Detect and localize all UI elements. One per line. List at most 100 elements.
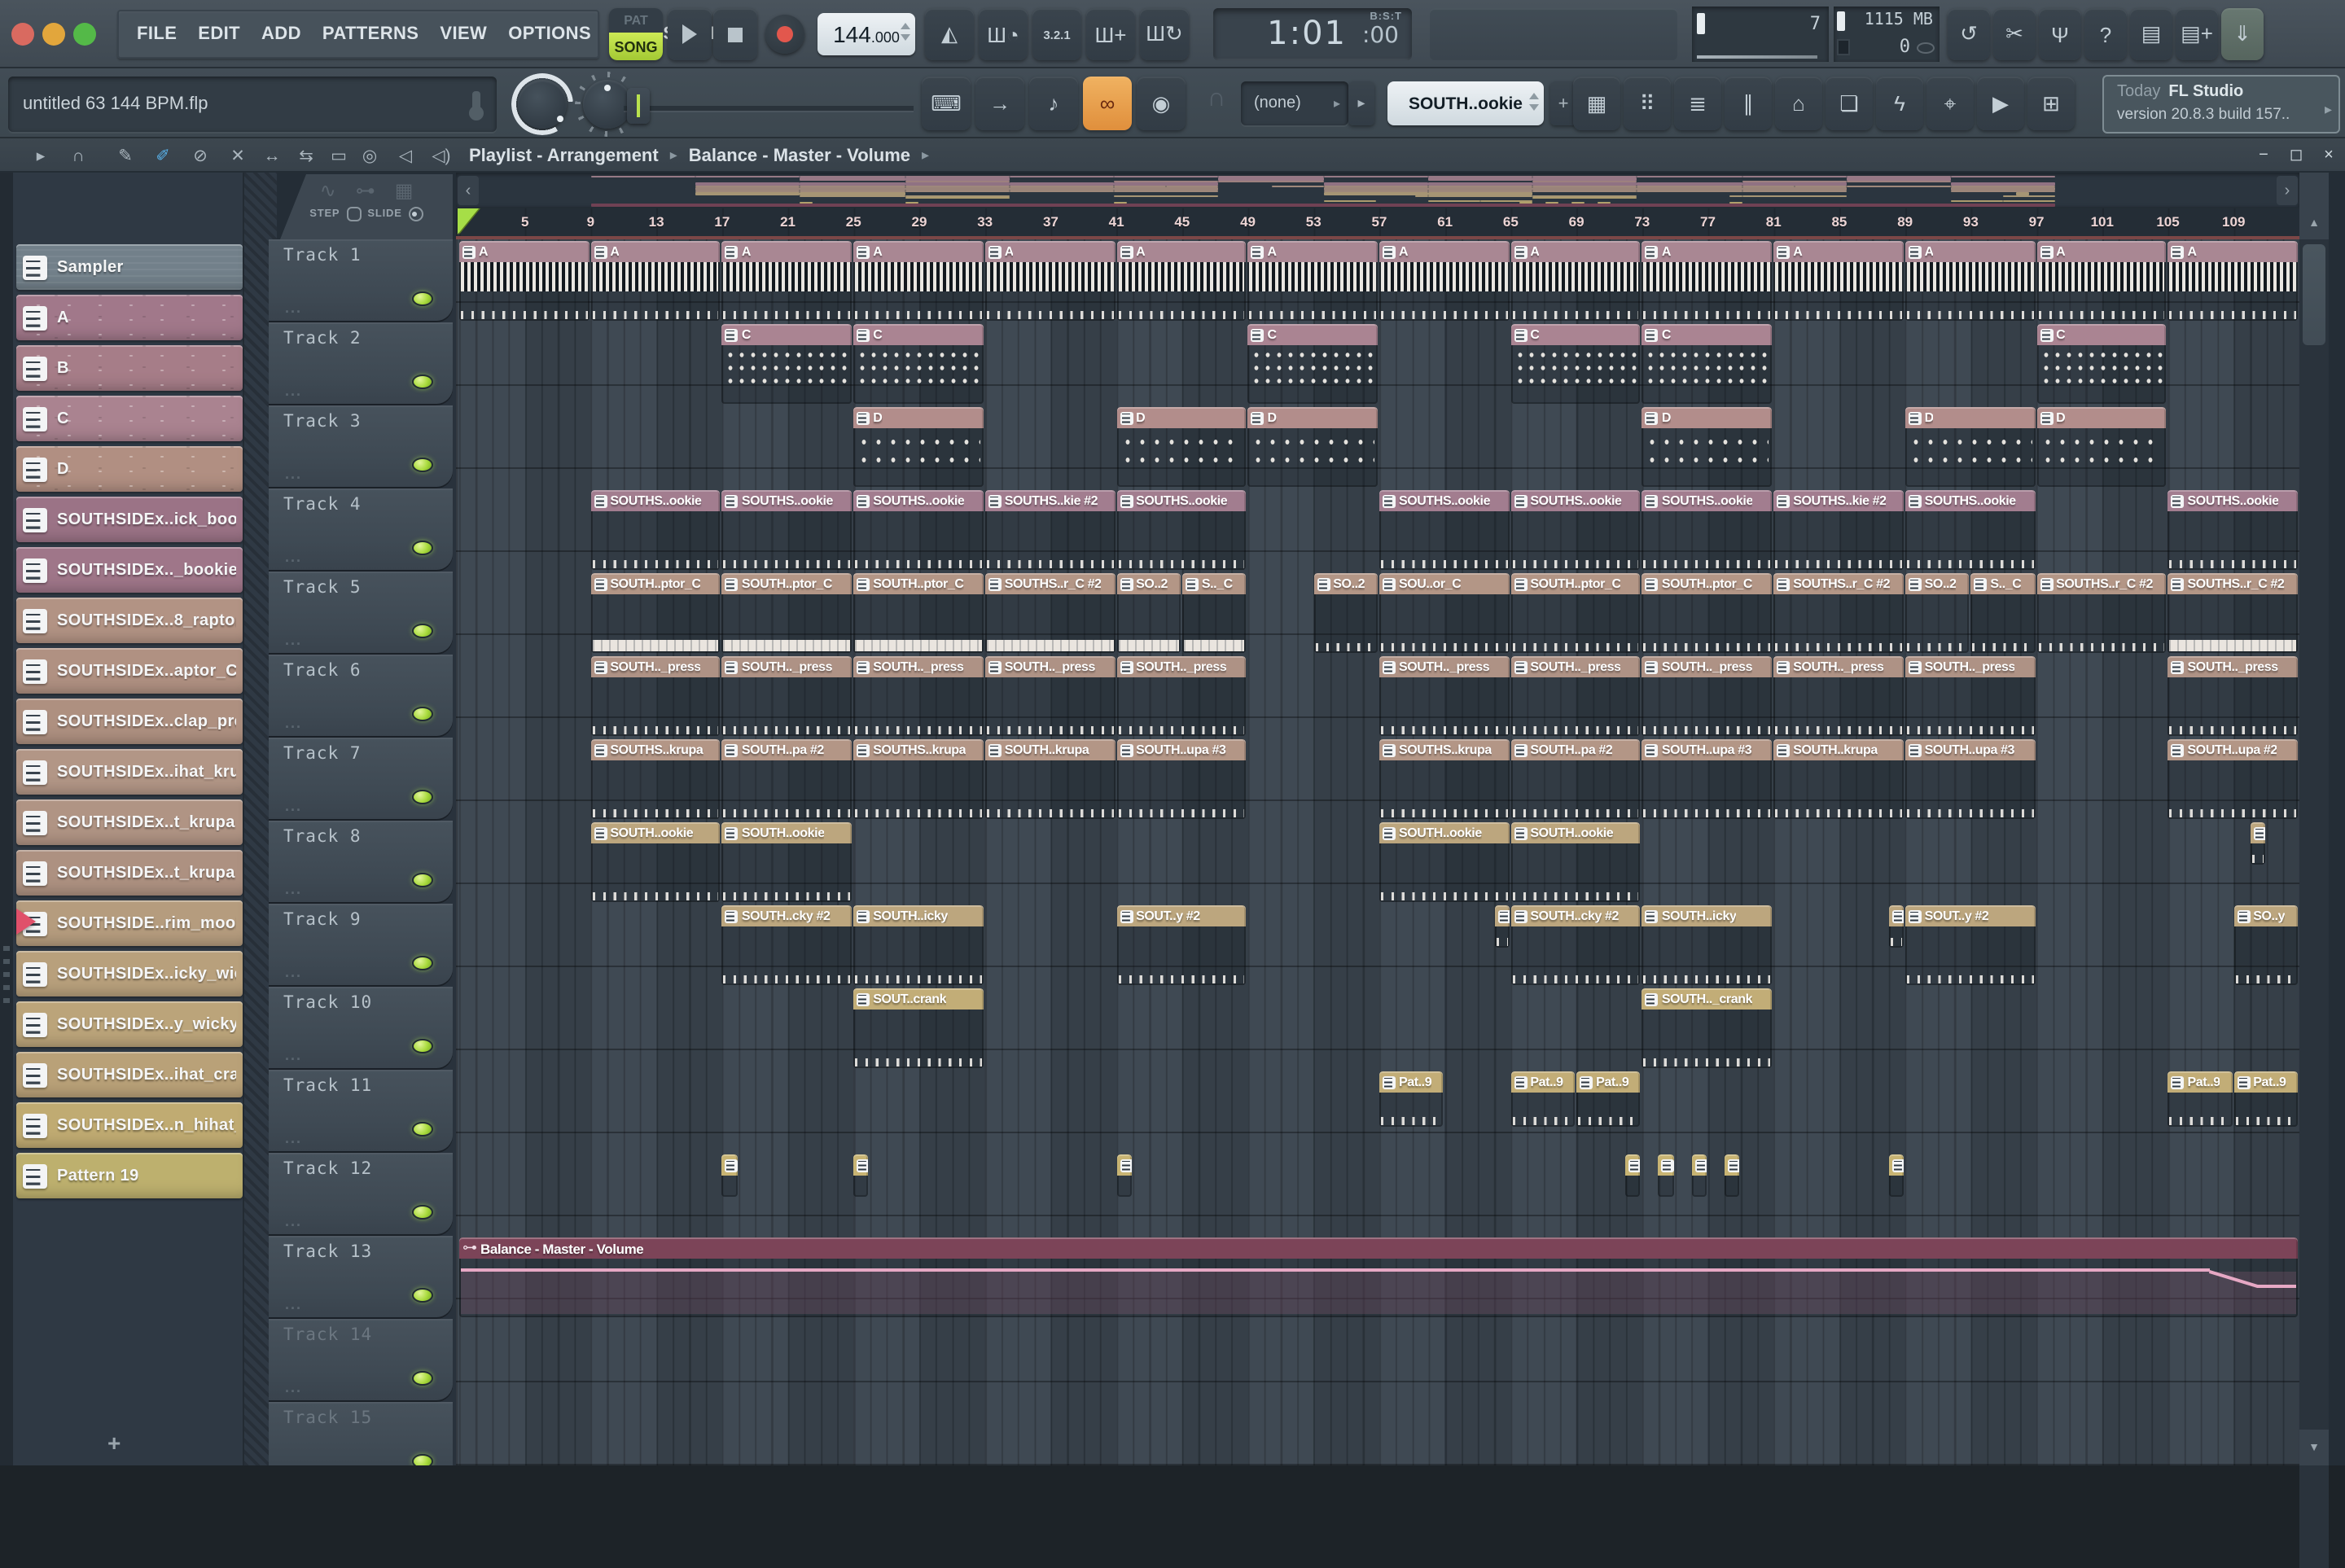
step-sequencer-icon[interactable]: ⠿ <box>1624 77 1671 130</box>
playlist-clip[interactable] <box>1494 905 1510 948</box>
playlist-clip[interactable]: SOUTH..upa #2 <box>2167 739 2298 819</box>
track-options-dots[interactable]: ... <box>285 964 302 980</box>
track-mute-led[interactable] <box>412 1454 433 1465</box>
playlist-clip[interactable]: C <box>853 324 984 404</box>
wait-for-input-icon[interactable]: Ш◔ <box>979 8 1028 60</box>
playlist-clip[interactable]: SOUTH..ptor_C <box>1642 573 1773 653</box>
playlist-clip[interactable]: SOUTH..pa #2 <box>1510 739 1641 819</box>
picker-item-11[interactable]: SOUTHSIDEx..ihat_krupa <box>16 749 243 795</box>
playlist-clip[interactable]: SOUTHS..ookie <box>721 490 853 570</box>
track-header-4[interactable]: Track 4... <box>269 488 453 570</box>
playlist-clip[interactable]: SOUT..y #2 <box>1116 905 1247 985</box>
playback-speaker-icon[interactable]: ◁) <box>427 143 456 168</box>
mixer-icon[interactable]: ∥ <box>1725 77 1772 130</box>
pattern-selector[interactable]: SOUTH..ookie <box>1387 81 1544 125</box>
playlist-clip[interactable]: SOUTH..cky #2 <box>1510 905 1641 985</box>
project-title-field[interactable]: untitled 63 144 BPM.flp <box>8 77 497 132</box>
picker-item-2[interactable]: A <box>16 295 243 340</box>
pattern-tab-icon[interactable]: ▦ <box>395 179 414 202</box>
typing-keyboard-icon[interactable]: ⌨ <box>922 77 971 130</box>
playlist-clip[interactable]: SOUTH.._crank <box>1642 988 1773 1068</box>
master-pitch-knob[interactable] <box>583 80 632 129</box>
playlist-clip[interactable]: SOUTH..icky <box>1642 905 1773 985</box>
picker-item-10[interactable]: SOUTHSIDEx..clap_press <box>16 699 243 744</box>
playlist-clip[interactable]: SOUTH..ptor_C <box>853 573 984 653</box>
resize-grip[interactable] <box>3 938 10 1003</box>
playlist-clip[interactable]: A <box>1642 241 1773 321</box>
playlist-clip[interactable]: S.._C <box>1970 573 2036 653</box>
tempo-tap-icon[interactable]: ⌖ <box>1926 77 1974 130</box>
scrollbar-up-button[interactable]: ▲ <box>2299 208 2329 239</box>
track-header-7[interactable]: Track 7... <box>269 738 453 819</box>
track-header-6[interactable]: Track 6... <box>269 655 453 736</box>
playlist-clip[interactable]: SOUTH.._press <box>1510 656 1641 736</box>
track-mute-led[interactable] <box>412 873 433 887</box>
minimize-button[interactable]: − <box>2252 143 2275 166</box>
playlist-clip[interactable]: SO..2 <box>1904 573 1970 653</box>
playlist-clip[interactable]: SOUTH..ookie <box>590 822 721 902</box>
scrollbar-handle[interactable] <box>2303 244 2325 345</box>
menu-add[interactable]: ADD <box>261 24 301 44</box>
menu-options[interactable]: OPTIONS <box>508 24 591 44</box>
playlist-clip[interactable]: C <box>2036 324 2167 404</box>
playlist-clip[interactable]: A <box>1379 241 1510 321</box>
playlist-clip[interactable]: A <box>853 241 984 321</box>
playlist-clip[interactable]: SOUTH..icky <box>853 905 984 985</box>
playlist-clip[interactable]: C <box>721 324 853 404</box>
track-options-dots[interactable]: ... <box>285 1379 302 1395</box>
automation-clip[interactable]: ⊶ Balance - Master - Volume <box>459 1237 2298 1317</box>
playlist-clip[interactable]: A <box>2167 241 2298 321</box>
playlist-clip[interactable]: SOUTH.._press <box>590 656 721 736</box>
track-mute-led[interactable] <box>412 1205 433 1220</box>
picker-item-12[interactable]: SOUTHSIDEx..t_krupa #2 <box>16 799 243 845</box>
playlist-clip[interactable]: SOUTH..ookie <box>1510 822 1641 902</box>
picker-item-13[interactable]: SOUTHSIDEx..t_krupa #3 <box>16 850 243 896</box>
zoom-tool-icon[interactable]: ◎ <box>355 143 384 168</box>
playlist-clip[interactable]: SOUTH..ptor_C <box>590 573 721 653</box>
picker-item-1[interactable]: Sampler <box>16 244 243 290</box>
paint-tool-icon[interactable]: ✐ <box>148 143 178 168</box>
playlist-clip[interactable]: Pat..9 <box>2233 1071 2298 1127</box>
playlist-clip[interactable]: A <box>459 241 590 321</box>
playlist-clip[interactable] <box>721 1154 737 1197</box>
playlist-clip[interactable]: SOUTH.._press <box>1904 656 2036 736</box>
track-options-dots[interactable]: ... <box>285 715 302 731</box>
playlist-clip[interactable] <box>1116 1154 1132 1197</box>
playlist-clip[interactable]: SOUTHS..krupa <box>1379 739 1510 819</box>
playlist-clip[interactable]: D <box>1642 407 1773 487</box>
vertical-scrollbar[interactable] <box>2299 239 2329 1568</box>
news-panel[interactable]: Today FL Studio version 20.8.3 build 157.… <box>2102 75 2340 134</box>
shop-icon[interactable]: ⊞ <box>2027 77 2075 130</box>
playlist-clip[interactable]: C <box>1247 324 1378 404</box>
menu-file[interactable]: FILE <box>137 24 177 44</box>
loop-record-icon[interactable]: Ш↻ <box>1140 8 1189 60</box>
playlist-clip[interactable]: SOUTHS..ookie <box>1116 490 1247 570</box>
playlist-clip[interactable]: SOUTH..ookie <box>721 822 853 902</box>
picker-item-15[interactable]: SOUTHSIDEx..icky_wicky <box>16 951 243 996</box>
playlist-clip[interactable]: SOUTHS..ookie <box>1510 490 1641 570</box>
playlist-clip[interactable]: SOUTHS..r_C #2 <box>1773 573 1904 653</box>
track-header-5[interactable]: Track 5... <box>269 572 453 653</box>
track-header-10[interactable]: Track 10... <box>269 987 453 1068</box>
picker-item-7[interactable]: SOUTHSIDEx.._bookie #2 <box>16 547 243 593</box>
slide-tool-icon[interactable]: ↔ <box>257 143 287 168</box>
playlist-clip[interactable]: SOUTH..pa #2 <box>721 739 853 819</box>
stop-button[interactable] <box>713 8 757 60</box>
help-icon[interactable]: ? <box>2084 8 2127 60</box>
playlist-clip[interactable]: SOUTH.._press <box>1379 656 1510 736</box>
track-header-15[interactable]: Track 15... <box>269 1402 453 1465</box>
play-button[interactable] <box>668 8 712 60</box>
arrangement-overview[interactable]: ‹ › <box>456 173 2299 208</box>
song-mode-label[interactable]: SONG <box>609 33 663 60</box>
track-header-3[interactable]: Track 3... <box>269 405 453 487</box>
playlist-clip[interactable]: SOUTHS..r_C #2 <box>2036 573 2167 653</box>
track-header-9[interactable]: Track 9... <box>269 904 453 985</box>
countdown-icon[interactable]: 3.2.1 <box>1032 8 1081 60</box>
playback-tool-icon[interactable]: ◁ <box>391 143 420 168</box>
window-zoom-light[interactable] <box>73 23 96 46</box>
playlist-clip[interactable]: SOUT..crank <box>853 988 984 1068</box>
playlist-grid[interactable]: A A A A A A A A A A A A A A C C C C C C D D D D D D SOUTHS..ookie S… <box>456 239 2299 1465</box>
picker-item-19[interactable]: Pattern 19 <box>16 1153 243 1198</box>
playlist-clip[interactable]: A <box>1510 241 1641 321</box>
track-header-8[interactable]: Track 8... <box>269 821 453 902</box>
